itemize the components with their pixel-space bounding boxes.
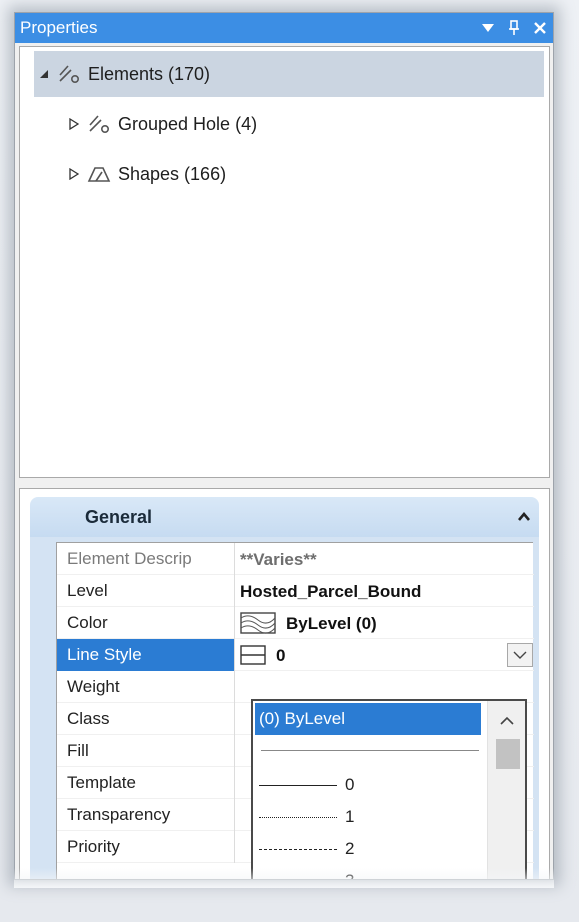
dropdown-option[interactable]: 2	[255, 833, 481, 865]
tree-item-label: Grouped Hole (4)	[118, 113, 258, 134]
property-value: **Varies**	[240, 549, 317, 569]
tree-item-grouped-hole[interactable]: Grouped Hole (4)	[64, 101, 544, 147]
dropdown-option[interactable]: 1	[255, 801, 481, 833]
property-name: Line Style	[57, 639, 235, 671]
property-row[interactable]: Color ByLevel (0)	[57, 607, 534, 639]
window-menu-button[interactable]	[475, 13, 501, 43]
property-name: Level	[57, 575, 235, 607]
property-row[interactable]: Level Hosted_Parcel_Bound	[57, 575, 534, 607]
bottom-fade	[14, 868, 554, 888]
dropdown-option[interactable]: 0	[255, 769, 481, 801]
dashed-line-icon	[259, 848, 337, 850]
option-label: 2	[345, 839, 355, 858]
color-value: ByLevel (0)	[286, 613, 377, 633]
dropdown-button[interactable]	[507, 643, 533, 667]
linestyle-swatch-icon	[240, 645, 266, 665]
divider	[261, 750, 479, 751]
expand-toggle-icon[interactable]	[64, 168, 84, 180]
property-name: Weight	[57, 671, 235, 703]
option-label: 1	[345, 807, 355, 826]
chevron-up-icon	[500, 716, 514, 725]
property-row[interactable]: Element Descrip **Varies**	[57, 543, 534, 575]
property-name: Transparency	[57, 799, 235, 831]
window-title: Properties	[20, 18, 98, 37]
option-label: (0) ByLevel	[259, 709, 345, 728]
dropdown-option-bylevel[interactable]: (0) ByLevel	[255, 703, 481, 735]
dropdown-scrollbar[interactable]	[487, 701, 525, 879]
property-name: Template	[57, 767, 235, 799]
tree-item-label: Elements (170)	[88, 63, 211, 84]
property-name: Element Descrip	[57, 543, 235, 575]
element-tree: Elements (170) Grouped Hole (4) Shapes (…	[19, 46, 550, 478]
property-row-line-style[interactable]: Line Style 0	[57, 639, 534, 671]
scroll-up-button[interactable]	[488, 707, 525, 733]
collapse-toggle-icon[interactable]	[34, 69, 54, 79]
tree-item-label: Shapes (166)	[118, 163, 227, 184]
property-value: Hosted_Parcel_Bound	[240, 581, 422, 601]
expand-toggle-icon[interactable]	[64, 118, 84, 130]
grouped-elements-icon	[54, 63, 84, 85]
property-value: ByLevel (0)	[236, 607, 534, 639]
solid-line-icon	[259, 784, 337, 786]
property-name: Priority	[57, 831, 235, 863]
pin-button[interactable]	[501, 13, 527, 43]
linestyle-dropdown-list[interactable]: (0) ByLevel 0 1 2 3 4	[251, 699, 527, 879]
group-title: General	[85, 506, 153, 527]
grouped-hole-icon	[84, 113, 114, 135]
option-label: 0	[345, 775, 355, 794]
title-bar: Properties	[15, 13, 553, 43]
shape-icon	[84, 165, 114, 183]
scroll-thumb[interactable]	[496, 739, 520, 769]
tree-item-elements[interactable]: Elements (170)	[34, 51, 544, 97]
properties-window: Properties Elements (170) Grouped Hole (…	[14, 12, 554, 880]
dotted-line-icon	[259, 816, 337, 818]
property-panel: General Element Descrip **Varies** Level…	[19, 488, 550, 879]
property-name: Color	[57, 607, 235, 639]
color-swatch-icon	[240, 612, 276, 634]
property-name: Class	[57, 703, 235, 735]
general-group-header[interactable]: General	[30, 497, 539, 537]
chevron-down-icon	[513, 651, 527, 659]
property-name: Fill	[57, 735, 235, 767]
tree-item-shapes[interactable]: Shapes (166)	[64, 151, 544, 197]
splitter[interactable]	[15, 479, 553, 487]
triangle-down-icon	[482, 24, 494, 32]
pin-icon	[509, 20, 519, 35]
close-button[interactable]	[527, 13, 553, 43]
collapse-chevron-icon[interactable]	[509, 512, 539, 522]
linestyle-value: 0	[276, 645, 286, 665]
close-icon	[534, 22, 546, 34]
property-value: 0	[236, 639, 534, 671]
